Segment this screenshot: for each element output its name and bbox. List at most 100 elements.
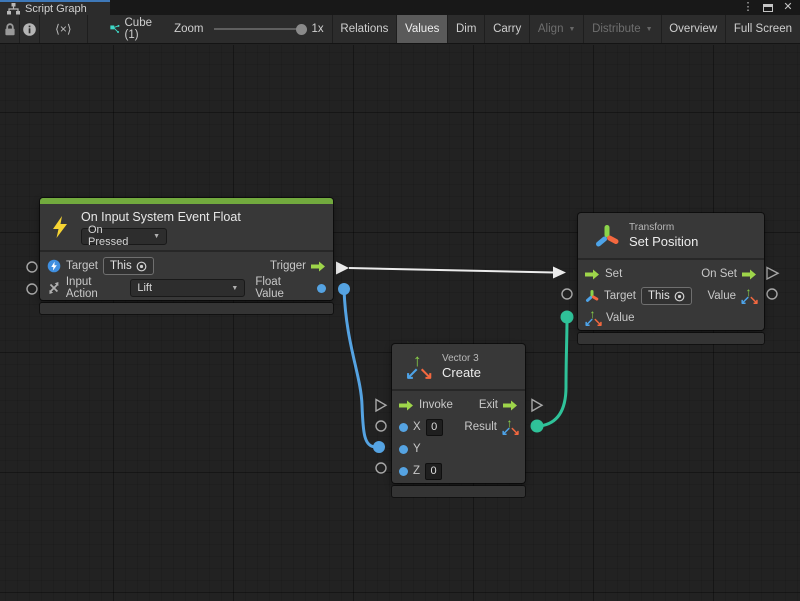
node-footer [578,333,764,344]
full-screen-button[interactable]: Full Screen [726,15,800,43]
distribute-button[interactable]: Distribute ▼ [584,15,661,43]
row-set: Set On Set [578,263,764,285]
lightning-icon [50,215,72,239]
node-category: Transform [629,221,698,234]
values-button[interactable]: Values [397,15,447,43]
port-set-value-in[interactable] [561,311,574,324]
exit-arrow-icon[interactable] [503,400,518,411]
y-port-dot[interactable] [399,445,408,454]
node-footer [40,303,333,314]
input-action-label: Input Action [66,276,126,300]
row-z: Z 0 [392,460,525,482]
wire-result-to-value[interactable] [540,319,567,426]
port-z-in[interactable] [376,463,386,473]
row-target: Target This Value ↑↙↘ [578,285,764,307]
inspect-button[interactable] [20,15,39,43]
value-in-label: Value [606,312,635,324]
row-invoke: Invoke Exit [392,394,525,416]
vector3-port-icon[interactable]: ↑↙↘ [585,310,601,326]
target-self-value: This [110,260,132,272]
x-label: X [413,421,421,433]
zoom-label: Zoom [174,23,207,35]
port-on-set-out[interactable] [767,268,778,280]
row-value-in: ↑↙↘ Value [578,307,764,329]
trigger-label: Trigger [270,260,306,272]
port-y-in[interactable] [373,441,385,453]
node-title: Create [442,365,481,381]
close-icon[interactable]: ✕ [781,1,795,14]
tab-script-graph[interactable]: Script Graph [0,0,110,15]
wire-trigger-arrowhead [553,267,566,279]
row-x: X 0 Result ↑↙↘ [392,416,525,438]
node-on-input-system-event-float[interactable]: On Input System Event Float On Pressed ▼… [40,198,333,314]
port-x-in[interactable] [376,421,386,431]
transform-icon [594,223,620,249]
x-port-dot[interactable] [399,423,408,432]
dropdown-caret-icon: ▼ [231,285,238,292]
port-trigger-out[interactable] [336,262,349,275]
relations-button[interactable]: Relations [332,15,396,43]
graph-owner[interactable]: Cube (1) [88,15,167,43]
wire-trigger-to-set[interactable] [349,268,554,273]
port-float-value-out[interactable] [338,283,350,295]
maximize-icon[interactable] [761,1,775,14]
node-footer [392,486,525,497]
vector3-port-icon[interactable]: ↑↙↘ [741,288,757,304]
input-system-icon [47,259,61,273]
zoom-slider-knob[interactable] [296,24,307,35]
dim-button[interactable]: Dim [448,15,484,43]
port-result-out[interactable] [531,420,544,433]
vector3-icon: ↑↙↘ [405,354,431,380]
port-exit-out[interactable] [532,400,542,412]
input-action-dropdown[interactable]: Lift ▼ [130,279,245,297]
y-label: Y [413,443,421,455]
input-action-icon [47,281,61,295]
code-view-button[interactable]: ⟨×⟩ [40,15,87,43]
target-self-chip[interactable]: This [103,257,154,275]
port-set-target-in[interactable] [562,289,572,299]
lock-icon [2,21,18,37]
graph-toolbar: ⟨×⟩ Cube (1) Zoom 1x Relations Values Di… [0,15,800,44]
dropdown-caret-icon: ▼ [153,233,160,240]
set-arrow-icon[interactable] [585,269,600,280]
port-set-value-out[interactable] [767,289,777,299]
zoom-slider-track [214,28,306,30]
z-port-dot[interactable] [399,467,408,476]
input-action-value: Lift [137,282,152,294]
align-caret-icon: ▼ [568,26,575,33]
z-input[interactable]: 0 [425,463,442,480]
node-vector3-create[interactable]: ↑↙↘ Vector 3 Create Invoke Exit [392,344,525,497]
align-label: Align [538,23,564,35]
event-mode-dropdown[interactable]: On Pressed ▼ [81,228,167,245]
float-value-dot[interactable] [317,284,326,293]
target-self-chip[interactable]: This [641,287,692,305]
window-tab-bar: Script Graph ⋮ ✕ [0,0,800,15]
align-button[interactable]: Align ▼ [530,15,584,43]
value-out-label: Value [707,290,736,302]
port-event-action-in[interactable] [27,284,37,294]
node-category: Vector 3 [442,352,481,365]
trigger-arrow-icon[interactable] [311,261,326,272]
zoom-value: 1x [312,23,324,35]
node-set-position[interactable]: Transform Set Position Set On Set [578,213,764,344]
graph-canvas[interactable]: On Input System Event Float On Pressed ▼… [0,45,800,601]
port-invoke-in[interactable] [376,400,386,412]
graph-owner-label: Cube (1) [125,17,157,41]
wire-floatvalue-to-y[interactable] [344,289,376,447]
exit-label: Exit [479,399,498,411]
event-mode-value: On Pressed [88,224,145,248]
lock-button[interactable] [0,15,19,43]
zoom-slider[interactable] [214,23,306,35]
carry-button[interactable]: Carry [485,15,529,43]
on-set-arrow-icon[interactable] [742,269,757,280]
port-event-target-in[interactable] [27,262,37,272]
invoke-label: Invoke [419,399,453,411]
target-self-icon [136,261,147,272]
on-set-label: On Set [701,268,737,280]
overview-button[interactable]: Overview [661,15,725,43]
x-input[interactable]: 0 [426,419,443,436]
invoke-arrow-icon[interactable] [399,400,414,411]
vector3-port-icon[interactable]: ↑↙↘ [502,419,518,435]
menu-icon[interactable]: ⋮ [741,1,755,14]
window-controls: ⋮ ✕ [741,0,800,15]
